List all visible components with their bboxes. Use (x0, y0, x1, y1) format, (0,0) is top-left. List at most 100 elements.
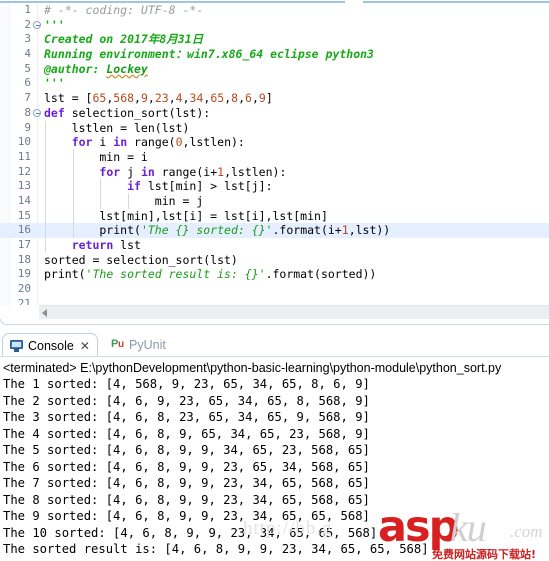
code-token: print( (44, 267, 86, 282)
code-line[interactable]: 11 min = i (0, 149, 549, 165)
line-number: 21 (17, 296, 31, 305)
pyunit-icon: Pu (111, 338, 125, 350)
line-number: 7 (24, 91, 31, 105)
console-output-line: The 10 sorted: [4, 6, 8, 9, 9, 23, 34, 6… (3, 525, 378, 540)
code-line[interactable]: 4 Running environment：win7.x86_64 eclipse… (0, 47, 549, 62)
code-line[interactable]: 3 Created on 2017年8月31日 (0, 32, 549, 47)
code-line[interactable]: 12 for j in range(i+1,lstlen): (0, 164, 549, 180)
code-line[interactable]: 15 lst[min],lst[i] = lst[i],lst[min] (0, 208, 549, 224)
line-number: 2 (24, 17, 31, 31)
code-token: 1 (341, 223, 349, 238)
code-line[interactable]: 10 for i in range(0,lstlen): (0, 135, 549, 150)
code-token: i (99, 135, 114, 150)
code-line-text: min = i (44, 149, 148, 165)
fold-collapse-icon[interactable] (33, 109, 41, 118)
code-line[interactable]: 19 print('The sorted result is: {}'.forma… (0, 267, 549, 282)
code-token: 9 (258, 91, 266, 106)
eclipse-ide-window: 1 # -*- coding: UTF-8 -*- 2 ''' 3 Created on … (0, 0, 549, 561)
code-line-text: lst[min],lst[i] = lst[i],lst[min] (44, 209, 328, 224)
code-token: lst[min] > lst[j]: (147, 179, 273, 194)
code-line[interactable]: 1 # -*- coding: UTF-8 -*- (0, 3, 549, 18)
console-output-area[interactable]: <terminated> E:\pythonDevelopment\python… (0, 357, 549, 561)
code-token: ,lstlen): (182, 135, 245, 150)
code-line[interactable]: 9 lstlen = len(lst) (0, 120, 549, 136)
console-output-line: The 6 sorted: [4, 6, 8, 9, 9, 23, 65, 34… (3, 459, 370, 474)
code-line[interactable]: 7 lst = [65,568,9,23,4,34,65,8,6,9] (0, 91, 549, 106)
line-number: 20 (17, 282, 31, 296)
code-token: , (251, 91, 259, 106)
code-token: selection_sort(lst): (71, 105, 211, 120)
python-editor[interactable]: 1 # -*- coding: UTF-8 -*- 2 ''' 3 Created on … (0, 0, 549, 330)
editor-horizontal-scrollbar[interactable] (39, 305, 549, 319)
code-line[interactable]: 21 (0, 297, 549, 305)
code-token: 6 (245, 91, 252, 106)
code-line[interactable]: 16 print('The {} sorted: {}'.format(i+1,… (0, 223, 549, 238)
tab-pyunit-label: PyUnit (129, 338, 166, 352)
console-output-line: The 2 sorted: [4, 6, 9, 23, 65, 34, 65, … (3, 393, 370, 408)
console-view: Console ✕ Pu PyUnit <terminated> E:\pyth… (0, 331, 549, 561)
code-line-text: print('The sorted result is: {}'.format(… (44, 267, 376, 282)
code-line-text: @author: Lockey (44, 62, 148, 77)
code-token: lstlen = len(lst) (44, 120, 190, 135)
line-number: 16 (17, 223, 31, 237)
code-line[interactable]: 17 return lst (0, 238, 549, 253)
code-token: if (127, 179, 148, 194)
code-line[interactable]: 8 def selection_sort(lst): (0, 106, 549, 121)
code-token: in (140, 164, 162, 179)
code-line-text: sorted = selection_sort(lst) (44, 253, 238, 268)
close-icon[interactable]: ✕ (80, 340, 90, 352)
code-token: 0 (175, 135, 183, 150)
code-token: 65 (210, 91, 225, 106)
code-token: print( (44, 223, 141, 238)
code-line[interactable]: 2 ''' (0, 18, 549, 33)
code-token: 'The {} sorted: {}' (140, 223, 273, 238)
line-number: 1 (24, 3, 31, 16)
console-output-line: The 9 sorted: [4, 6, 8, 9, 9, 23, 34, 65… (3, 509, 370, 523)
scroll-left-arrow-icon[interactable] (42, 309, 47, 317)
tab-console[interactable]: Console ✕ (2, 333, 98, 357)
code-token: Created on 2017年8月31日 (44, 32, 204, 47)
line-number: 3 (24, 32, 31, 46)
code-line[interactable]: 14 min = j (0, 193, 549, 209)
code-line-text: def selection_sort(lst): (44, 106, 210, 121)
code-token: for (71, 135, 100, 150)
tab-pyunit[interactable]: Pu PyUnit (104, 333, 173, 357)
code-text-area[interactable]: 1 # -*- coding: UTF-8 -*- 2 ''' 3 Created on … (0, 3, 549, 305)
line-number: 13 (17, 179, 31, 193)
code-token: 65 (92, 91, 107, 106)
code-token: ,lst)) (348, 223, 391, 238)
code-line[interactable]: 5 @author: Lockey (0, 62, 549, 77)
line-number: 12 (17, 164, 31, 178)
fold-collapse-icon[interactable] (33, 21, 41, 30)
code-line[interactable]: 20 (0, 282, 549, 297)
code-token: Running environment：win7.x86_64 eclipse … (44, 47, 374, 62)
line-number: 11 (17, 149, 31, 163)
editor-body[interactable]: 1 # -*- coding: UTF-8 -*- 2 ''' 3 Created on … (0, 3, 549, 305)
code-token: min = i (44, 149, 148, 164)
code-line-text: Created on 2017年8月31日 (44, 32, 203, 47)
code-token: ''' (44, 76, 65, 91)
code-token: .format(i+ (272, 223, 342, 238)
line-number: 14 (17, 193, 31, 207)
code-line[interactable]: 6 ''' (0, 76, 549, 91)
code-line-text: if lst[min] > lst[j]: (44, 179, 273, 194)
code-line-text: min = j (44, 194, 203, 209)
code-line-text: Running environment：win7.x86_64 eclipse … (44, 47, 374, 62)
code-line-text: ''' (44, 18, 65, 33)
code-line-text: ''' (44, 76, 65, 91)
code-token: for (99, 164, 128, 179)
code-token: range(i+ (161, 164, 218, 179)
code-token: ,lstlen): (224, 164, 287, 179)
line-number: 9 (24, 120, 31, 134)
code-line-text: for j in range(i+1,lstlen): (44, 165, 286, 180)
code-token: Lockey (106, 61, 148, 76)
line-number: 17 (17, 238, 31, 251)
line-number: 19 (17, 267, 31, 281)
code-line[interactable]: 13 if lst[min] > lst[j]: (0, 179, 549, 194)
line-number: 6 (24, 76, 31, 90)
code-line[interactable]: 18 sorted = selection_sort(lst) (0, 253, 549, 268)
